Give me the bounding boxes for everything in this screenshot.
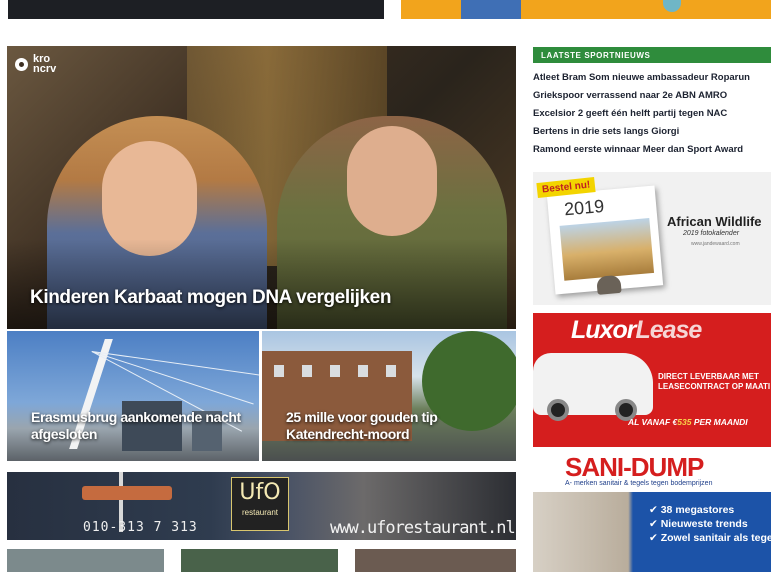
- ufo-phone-number: 010-313 7 313: [83, 520, 198, 535]
- tile-photo-cable: [91, 351, 254, 405]
- euromast-tower-graphic: [82, 486, 172, 500]
- banner-graphic: [461, 0, 521, 19]
- sports-news-list: Atleet Bram Som nieuwe ambassadeur Ropar…: [533, 72, 771, 155]
- luxor-ad-line: DIRECT LEVERBAAR MET: [658, 372, 759, 381]
- tile-photo-window: [386, 365, 396, 377]
- luxor-ad-line: LEASECONTRACT OP MAATI: [658, 382, 771, 391]
- banner-graphic: [663, 0, 681, 12]
- sani-dump-logo: SANI-DUMP: [565, 452, 704, 482]
- ufo-restaurant-banner-ad[interactable]: 010-313 7 313 UfO restaurant www.uforest…: [7, 472, 516, 540]
- news-thumbnail[interactable]: [181, 549, 338, 572]
- sports-news-link[interactable]: Atleet Bram Som nieuwe ambassadeur Ropar…: [533, 72, 771, 83]
- car-image: [533, 353, 653, 421]
- calendar-photo: [559, 218, 655, 295]
- top-right-banner-strip[interactable]: [401, 0, 771, 19]
- check-icon-bullet: Nieuweste trends: [649, 517, 771, 531]
- check-icon-bullet: 38 megastores: [649, 503, 771, 517]
- broadcaster-logo: kro ncrv: [15, 52, 95, 76]
- sports-news-link[interactable]: Excelsior 2 geeft één helft partij tegen…: [533, 108, 771, 119]
- sports-news-link[interactable]: Bertens in drie sets langs Giorgi: [533, 126, 771, 137]
- african-wildlife-calendar-ad[interactable]: 2019 Bestel nu! African Wildlife 2019 fo…: [533, 172, 771, 305]
- news-tile-katendrecht[interactable]: 25 mille voor gouden tip Katendrecht-moo…: [262, 331, 516, 461]
- ufo-website-url: www.uforestaurant.nl: [330, 518, 516, 538]
- news-tile-headline[interactable]: Erasmusbrug aankomende nacht afgesloten: [31, 409, 251, 443]
- sani-dump-tagline: A- merken sanitair & tegels tegen bodemp…: [565, 480, 713, 487]
- news-thumbnail[interactable]: [7, 549, 164, 572]
- luxor-lease-logo: LuxorLease: [571, 316, 702, 344]
- calendar-subtitle: 2019 fotokalender: [683, 230, 740, 237]
- news-tile-headline[interactable]: 25 mille voor gouden tip Katendrecht-moo…: [286, 409, 506, 443]
- elephant-graphic: [596, 274, 622, 295]
- hero-gradient-overlay: [7, 239, 516, 329]
- sani-dump-ad[interactable]: SANI-DUMP A- merken sanitair & tegels te…: [533, 452, 771, 572]
- news-tile-erasmusbrug[interactable]: Erasmusbrug aankomende nacht afgesloten: [7, 331, 259, 461]
- top-left-banner-strip[interactable]: [8, 0, 384, 19]
- hero-headline[interactable]: Kinderen Karbaat mogen DNA vergelijken: [30, 287, 510, 309]
- calendar-title: African Wildlife: [667, 214, 762, 229]
- sports-news-header: LAATSTE SPORTNIEUWS: [533, 47, 771, 63]
- car-wheel: [547, 399, 569, 421]
- sports-news-link[interactable]: Ramond eerste winnaar Meer dan Sport Awa…: [533, 144, 771, 155]
- check-icon-bullet: Zowel sanitair als tege: [649, 531, 771, 545]
- kro-ncrv-logo-icon: [15, 57, 28, 71]
- sports-news-widget: LAATSTE SPORTNIEUWS Atleet Bram Som nieu…: [533, 47, 771, 167]
- hero-article[interactable]: kro ncrv Kinderen Karbaat mogen DNA verg…: [7, 46, 516, 329]
- sports-news-link[interactable]: Griekspoor verrassend naar 2e ABN AMRO: [533, 90, 771, 101]
- tile-photo-window: [302, 365, 312, 377]
- calendar-year: 2019: [563, 195, 605, 220]
- tile-photo-window: [358, 365, 368, 377]
- calendar-url: www.jandewaard.com: [691, 241, 740, 247]
- ufo-restaurant-logo: UfO restaurant: [231, 477, 289, 531]
- luxor-lease-ad[interactable]: LuxorLease DIRECT LEVERBAAR MET LEASECON…: [533, 313, 771, 447]
- sani-dump-bullets: 38 megastores Nieuweste trends Zowel san…: [649, 503, 771, 545]
- tile-photo-window: [330, 365, 340, 377]
- calendar-product-image: 2019: [546, 185, 664, 295]
- news-thumbnail[interactable]: [355, 549, 516, 572]
- luxor-ad-price: AL VANAF €535 PER MAANDI: [628, 417, 748, 427]
- broadcaster-logo-text: kro ncrv: [33, 53, 57, 75]
- hero-photo-face-right: [347, 126, 437, 236]
- tile-photo-window: [274, 365, 284, 377]
